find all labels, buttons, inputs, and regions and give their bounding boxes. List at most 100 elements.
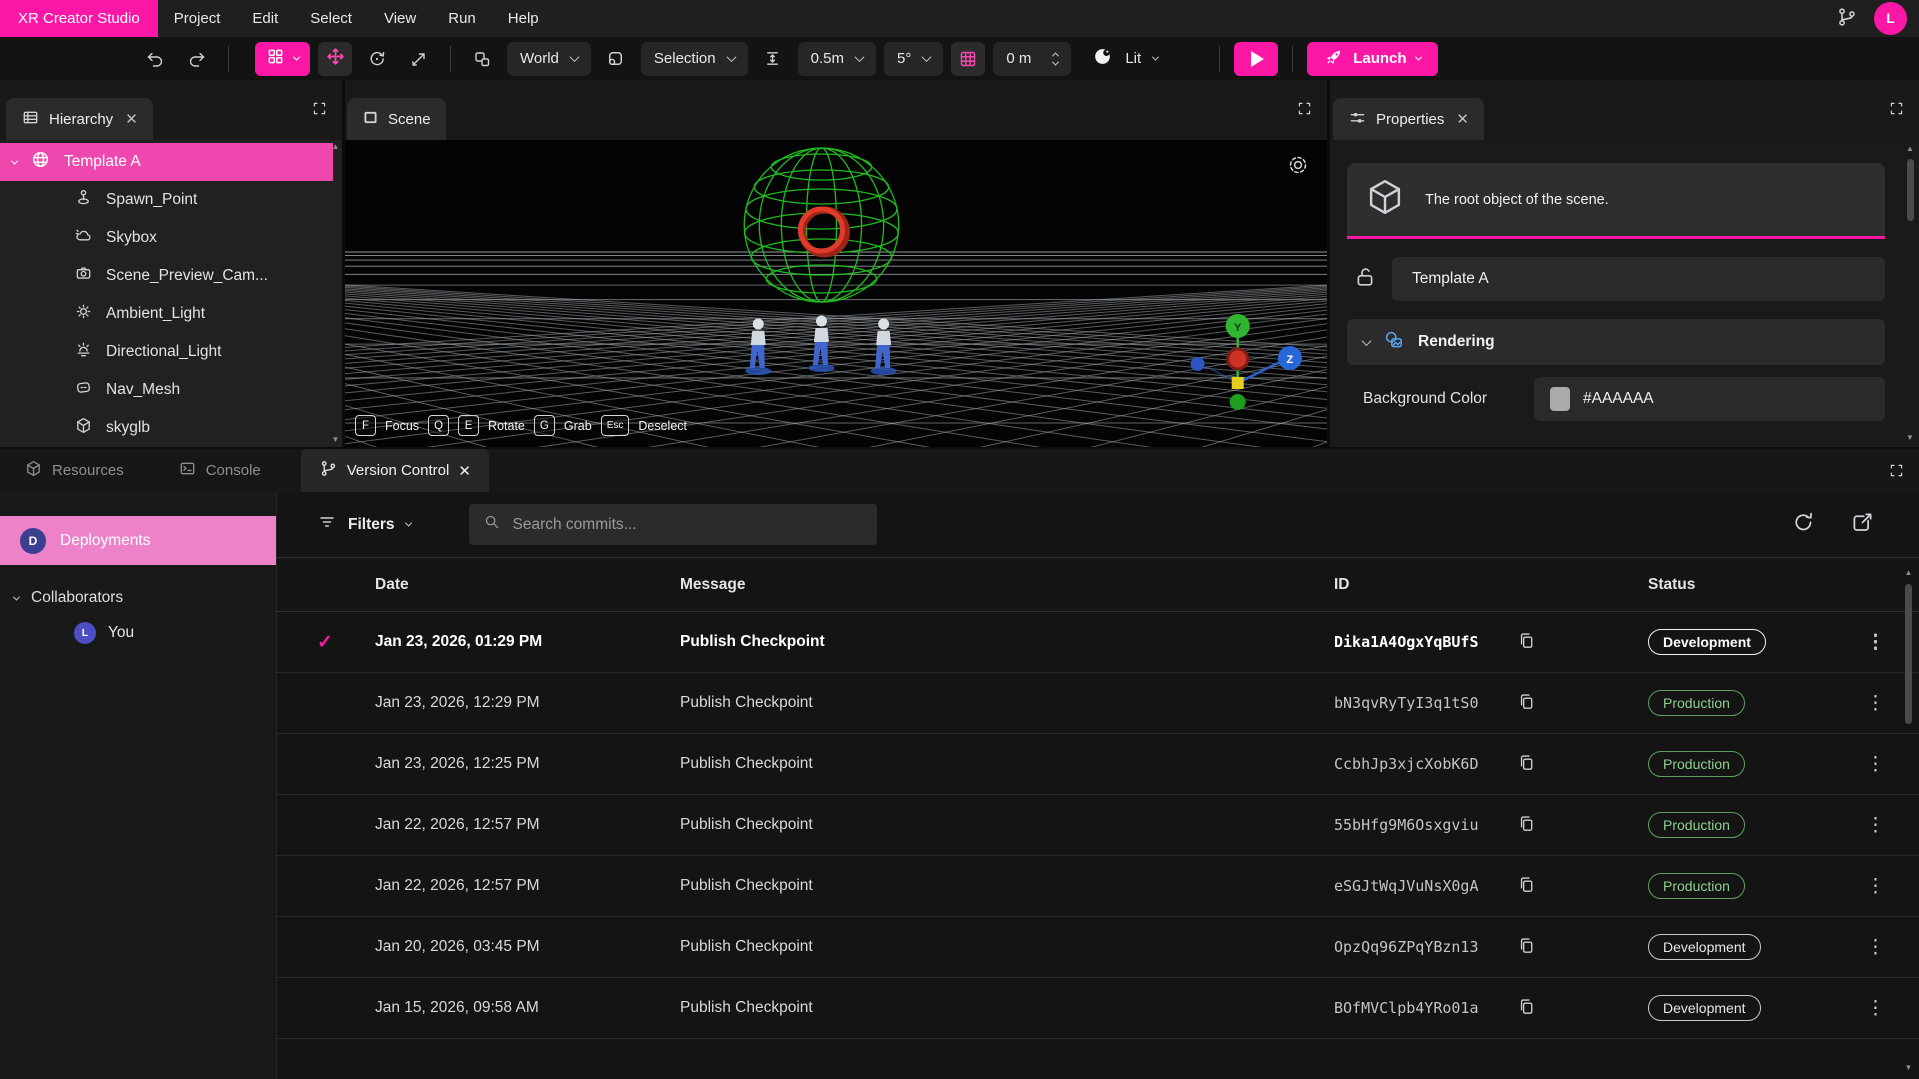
copy-icon[interactable] [1517, 631, 1536, 654]
chevron-down-icon [1362, 336, 1372, 346]
filter-lines-icon [317, 512, 337, 537]
menu-run[interactable]: Run [432, 0, 492, 37]
copy-icon[interactable] [1517, 753, 1536, 776]
tree-item-label: skyglb [106, 419, 150, 437]
tab-scene[interactable]: Scene [347, 98, 446, 140]
color-swatch[interactable] [1550, 387, 1570, 411]
vertical-snap-icon[interactable] [756, 42, 790, 76]
move-tool-button[interactable] [318, 42, 352, 76]
menu-project[interactable]: Project [158, 0, 237, 37]
tree-item[interactable]: Ambient_Light [0, 295, 333, 333]
undo-button[interactable] [138, 42, 172, 76]
app-title: XR Creator Studio [0, 0, 158, 37]
scroll-up-icon[interactable]: ▲ [1905, 568, 1913, 578]
transform-space-dropdown[interactable]: World [507, 42, 591, 76]
copy-icon[interactable] [1517, 814, 1536, 837]
move-snap-dropdown[interactable]: 0.5m [798, 42, 876, 76]
tree-item[interactable]: Nav_Mesh [0, 371, 333, 409]
hierarchy-scrollbar[interactable]: ▲ ▼ [330, 142, 341, 445]
viewport-settings-gear-icon[interactable] [1287, 154, 1309, 181]
menu-edit[interactable]: Edit [236, 0, 294, 37]
copy-icon[interactable] [1517, 997, 1536, 1020]
background-color-field[interactable]: #AAAAAA [1534, 377, 1885, 421]
scroll-down-icon[interactable]: ▼ [332, 435, 340, 445]
commit-row[interactable]: Jan 22, 2026, 12:57 PM Publish Checkpoin… [277, 795, 1919, 856]
properties-scrollbar[interactable]: ▲ ▼ [1904, 144, 1916, 443]
shading-mode-dropdown[interactable]: Lit [1079, 42, 1171, 76]
close-icon[interactable]: ✕ [458, 462, 471, 480]
rotate-snap-dropdown[interactable]: 5° [884, 42, 943, 76]
tree-item[interactable]: Scene_Preview_Cam... [0, 257, 333, 295]
commits-scrollbar[interactable]: ▲ ▼ [1903, 568, 1914, 1073]
copy-icon[interactable] [1517, 936, 1536, 959]
tab-properties[interactable]: Properties ✕ [1333, 98, 1484, 140]
grid-snap-toggle[interactable] [951, 42, 985, 76]
copy-icon[interactable] [1517, 875, 1536, 898]
copy-icon[interactable] [1517, 692, 1536, 715]
column-header-date: Date [375, 576, 680, 594]
commit-row[interactable]: Jan 20, 2026, 03:45 PM Publish Checkpoin… [277, 917, 1919, 978]
redo-button[interactable] [180, 42, 214, 76]
rendering-section-header[interactable]: Rendering [1347, 319, 1885, 365]
create-commit-icon[interactable] [1850, 510, 1875, 540]
stepper-up-icon[interactable] [1052, 52, 1059, 59]
commit-row[interactable]: Jan 15, 2026, 09:58 AM Publish Checkpoin… [277, 978, 1919, 1039]
toolbar-divider [450, 46, 451, 72]
gizmo-mode-button[interactable] [255, 42, 310, 76]
commit-row[interactable]: Jan 22, 2026, 12:57 PM Publish Checkpoin… [277, 856, 1919, 917]
tree-item[interactable]: Directional_Light [0, 333, 333, 371]
chevron-down-icon [1152, 54, 1159, 61]
shading-mode-value: Lit [1125, 50, 1141, 67]
sidebar-item-you[interactable]: L You [0, 615, 276, 651]
sidebar-item-collaborators[interactable]: Collaborators [0, 581, 276, 615]
scale-tool-button[interactable] [402, 42, 436, 76]
expand-icon[interactable] [1888, 100, 1905, 122]
tree-item[interactable]: skyglb [0, 409, 333, 447]
axis-y-label: Y [1234, 322, 1242, 334]
unlock-icon[interactable] [1353, 265, 1377, 294]
object-name-field[interactable]: Template A [1392, 257, 1885, 301]
menu-view[interactable]: View [368, 0, 432, 37]
version-control-branch-icon[interactable] [1836, 6, 1858, 32]
scroll-down-icon[interactable]: ▼ [1906, 433, 1914, 443]
menu-help[interactable]: Help [492, 0, 555, 37]
expand-icon[interactable] [1296, 100, 1313, 122]
tab-console[interactable]: Console [160, 449, 279, 492]
sidebar-item-deployments[interactable]: D Deployments [0, 516, 276, 565]
pivot-mode-icon[interactable] [599, 42, 633, 76]
viewport-3d[interactable]: Y Z F Focus Q E R [345, 140, 1327, 447]
search-commits-box[interactable] [469, 504, 877, 545]
scroll-up-icon[interactable]: ▲ [1906, 144, 1914, 154]
filters-button[interactable]: Filters [317, 512, 411, 537]
launch-button[interactable]: Launch [1307, 42, 1437, 76]
search-commits-input[interactable] [513, 516, 863, 534]
refresh-icon[interactable] [1791, 510, 1816, 540]
tab-hierarchy[interactable]: Hierarchy ✕ [6, 98, 153, 140]
pivot-dropdown[interactable]: Selection [641, 42, 748, 76]
commit-row[interactable]: Jan 23, 2026, 12:29 PM Publish Checkpoin… [277, 673, 1919, 734]
expand-icon[interactable] [311, 100, 328, 122]
grid-height-stepper[interactable]: 0 m [993, 42, 1071, 76]
commit-date: Jan 23, 2026, 01:29 PM [375, 633, 680, 651]
rotate-tool-button[interactable] [360, 42, 394, 76]
tree-item[interactable]: Spawn_Point [0, 181, 333, 219]
chevron-down-icon[interactable] [11, 157, 18, 164]
commit-row[interactable]: Jan 23, 2026, 12:25 PM Publish Checkpoin… [277, 734, 1919, 795]
scrollbar-thumb[interactable] [1905, 584, 1912, 724]
tab-version-control[interactable]: Version Control ✕ [301, 449, 489, 492]
close-icon[interactable]: ✕ [1456, 110, 1469, 128]
user-avatar[interactable]: L [1874, 2, 1907, 35]
close-icon[interactable]: ✕ [125, 110, 138, 128]
menu-select[interactable]: Select [294, 0, 368, 37]
scroll-down-icon[interactable]: ▼ [1905, 1063, 1913, 1073]
scrollbar-thumb[interactable] [1907, 159, 1914, 221]
play-button[interactable] [1234, 42, 1278, 76]
stepper-down-icon[interactable] [1052, 58, 1059, 65]
commit-row[interactable]: ✓ Jan 23, 2026, 01:29 PM Publish Checkpo… [277, 612, 1919, 673]
tab-resources[interactable]: Resources [6, 449, 142, 492]
scroll-up-icon[interactable]: ▲ [332, 142, 340, 152]
expand-icon[interactable] [1888, 462, 1905, 484]
instances-icon[interactable] [465, 42, 499, 76]
tree-item-root[interactable]: Template A [0, 143, 333, 181]
tree-item[interactable]: Skybox [0, 219, 333, 257]
